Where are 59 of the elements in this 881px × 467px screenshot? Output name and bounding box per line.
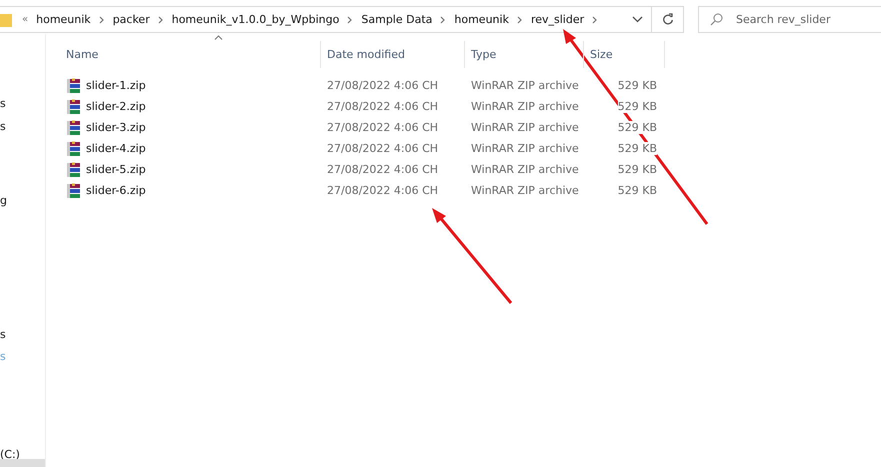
file-type: WinRAR ZIP archive [471, 163, 579, 176]
overflow-chevron[interactable]: « [22, 14, 28, 25]
column-header[interactable]: Date modified [321, 41, 465, 68]
file-name[interactable]: slider-2.zip [86, 100, 146, 113]
breadcrumb[interactable]: homeunik [36, 13, 91, 26]
archive-icon [66, 140, 82, 156]
nav-item[interactable]: (C:) [0, 448, 20, 461]
file-type: WinRAR ZIP archive [471, 79, 579, 92]
file-name[interactable]: slider-1.zip [86, 79, 146, 92]
file-type: WinRAR ZIP archive [471, 121, 579, 134]
chevron-icon[interactable] [347, 16, 354, 24]
column-header[interactable]: Size [584, 41, 665, 68]
file-size: 529 KB [618, 142, 657, 155]
chevron-icon[interactable] [516, 16, 523, 24]
file-name[interactable]: slider-5.zip [86, 163, 146, 176]
file-type: WinRAR ZIP archive [471, 142, 579, 155]
nav-item[interactable]: s [0, 97, 6, 110]
file-size: 529 KB [618, 79, 657, 92]
date-modified: 27/08/2022 4:06 CH [327, 100, 438, 113]
file-size: 529 KB [618, 163, 657, 176]
file-name[interactable]: slider-6.zip [86, 184, 146, 197]
file-type: WinRAR ZIP archive [471, 184, 579, 197]
chevron-icon[interactable] [98, 16, 105, 24]
archive-icon [66, 98, 82, 114]
nav-item[interactable]: s [0, 120, 6, 133]
date-modified: 27/08/2022 4:06 CH [327, 184, 438, 197]
date-modified: 27/08/2022 4:06 CH [327, 121, 438, 134]
file-type: WinRAR ZIP archive [471, 100, 579, 113]
refresh-icon [662, 13, 674, 26]
date-modified: 27/08/2022 4:06 CH [327, 142, 438, 155]
archive-icon [66, 182, 82, 198]
breadcrumb[interactable]: Sample Data [361, 13, 432, 26]
chevron-icon[interactable] [158, 16, 164, 24]
archive-icon [66, 162, 82, 178]
address-bar[interactable]: « homeunik packer homeunik_v1.0.0_by_Wpbingo Sample Data homeunik rev_slider [0, 6, 652, 33]
column-header[interactable]: Name [46, 41, 321, 68]
archive-icon [66, 78, 82, 94]
file-size: 529 KB [618, 184, 657, 197]
date-modified: 27/08/2022 4:06 CH [327, 79, 438, 92]
scrollbar[interactable] [0, 459, 45, 467]
chevron-icon[interactable] [592, 16, 598, 24]
date-modified: 27/08/2022 4:06 CH [327, 163, 438, 176]
folder-icon [0, 12, 12, 28]
chevron-icon[interactable] [440, 16, 446, 24]
sort-icon[interactable] [214, 35, 223, 40]
breadcrumb[interactable]: packer [112, 13, 150, 26]
search-field[interactable]: Search rev_slider [698, 6, 881, 33]
breadcrumb[interactable]: homeunik [454, 13, 509, 26]
dropdown-icon[interactable] [632, 16, 644, 23]
refresh-button[interactable] [652, 6, 684, 33]
archive-icon [66, 120, 82, 136]
file-size: 529 KB [618, 100, 657, 113]
file-name[interactable]: slider-3.zip [86, 121, 146, 134]
breadcrumb[interactable]: homeunik_v1.0.0_by_Wpbingo [172, 13, 340, 26]
nav-item[interactable]: s [0, 328, 6, 341]
nav-item[interactable]: g [0, 194, 7, 207]
file-size: 529 KB [618, 121, 657, 134]
breadcrumb[interactable]: rev_slider [530, 13, 584, 26]
file-name[interactable]: slider-4.zip [86, 142, 146, 155]
